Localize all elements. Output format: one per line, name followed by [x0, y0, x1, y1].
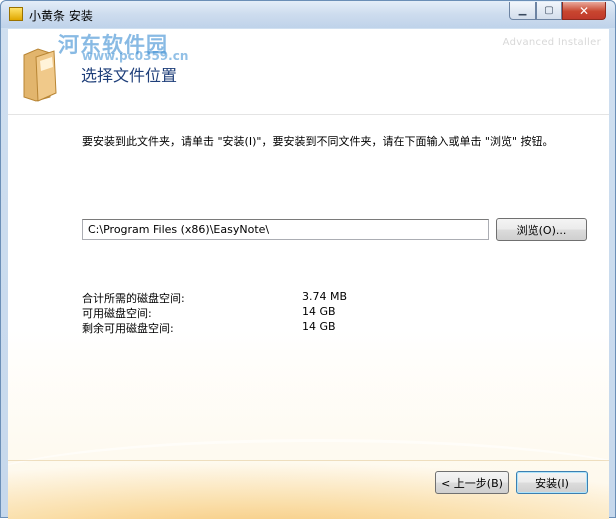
watermark-url: www.pc0359.cn: [82, 49, 189, 63]
minimize-icon: ▁: [518, 5, 527, 16]
remaining-space-label: 剩余可用磁盘空间:: [82, 322, 174, 335]
required-space-value: 3.74 MB: [302, 290, 348, 303]
install-path-input[interactable]: [82, 219, 489, 240]
required-space-label: 合计所需的磁盘空间:: [82, 292, 185, 305]
back-button[interactable]: < 上一步(B): [435, 471, 509, 494]
disk-space-row-remaining: 剩余可用磁盘空间: 14 GB: [82, 320, 382, 335]
title-bar[interactable]: 小黄条 安装 ▁ ▢ ✕: [1, 1, 615, 28]
instruction-text: 要安装到此文件夹，请单击 "安装(I)"，要安装到不同文件夹，请在下面输入或单击…: [82, 135, 554, 148]
available-space-label: 可用磁盘空间:: [82, 307, 152, 320]
window-title: 小黄条 安装: [29, 9, 93, 23]
disk-space-row-available: 可用磁盘空间: 14 GB: [82, 305, 382, 320]
disk-space-summary: 合计所需的磁盘空间: 3.74 MB 可用磁盘空间: 14 GB 剩余可用磁盘空…: [82, 290, 382, 335]
maximize-button[interactable]: ▢: [536, 2, 562, 20]
maximize-icon: ▢: [544, 5, 554, 16]
footer-divider: [8, 460, 609, 461]
close-button[interactable]: ✕: [562, 2, 606, 20]
install-button[interactable]: 安装(I): [516, 471, 588, 494]
available-space-value: 14 GB: [302, 305, 336, 318]
page-title: 选择文件位置: [81, 66, 178, 85]
close-icon: ✕: [578, 3, 590, 18]
folder-icon: [23, 48, 57, 102]
installer-window: 小黄条 安装 ▁ ▢ ✕ 河东软件园 www.pc0359.cn Advance…: [0, 0, 616, 519]
disk-space-row-required: 合计所需的磁盘空间: 3.74 MB: [82, 290, 382, 305]
brand-text: Advanced Installer: [502, 37, 601, 48]
minimize-button[interactable]: ▁: [509, 2, 536, 20]
browse-button[interactable]: 浏览(O)...: [496, 218, 587, 241]
app-icon: [9, 7, 23, 21]
wizard-header: 河东软件园 www.pc0359.cn Advanced Installer 选…: [8, 29, 609, 114]
client-area: 河东软件园 www.pc0359.cn Advanced Installer 选…: [8, 29, 609, 519]
header-divider: [8, 114, 609, 115]
remaining-space-value: 14 GB: [302, 320, 336, 333]
